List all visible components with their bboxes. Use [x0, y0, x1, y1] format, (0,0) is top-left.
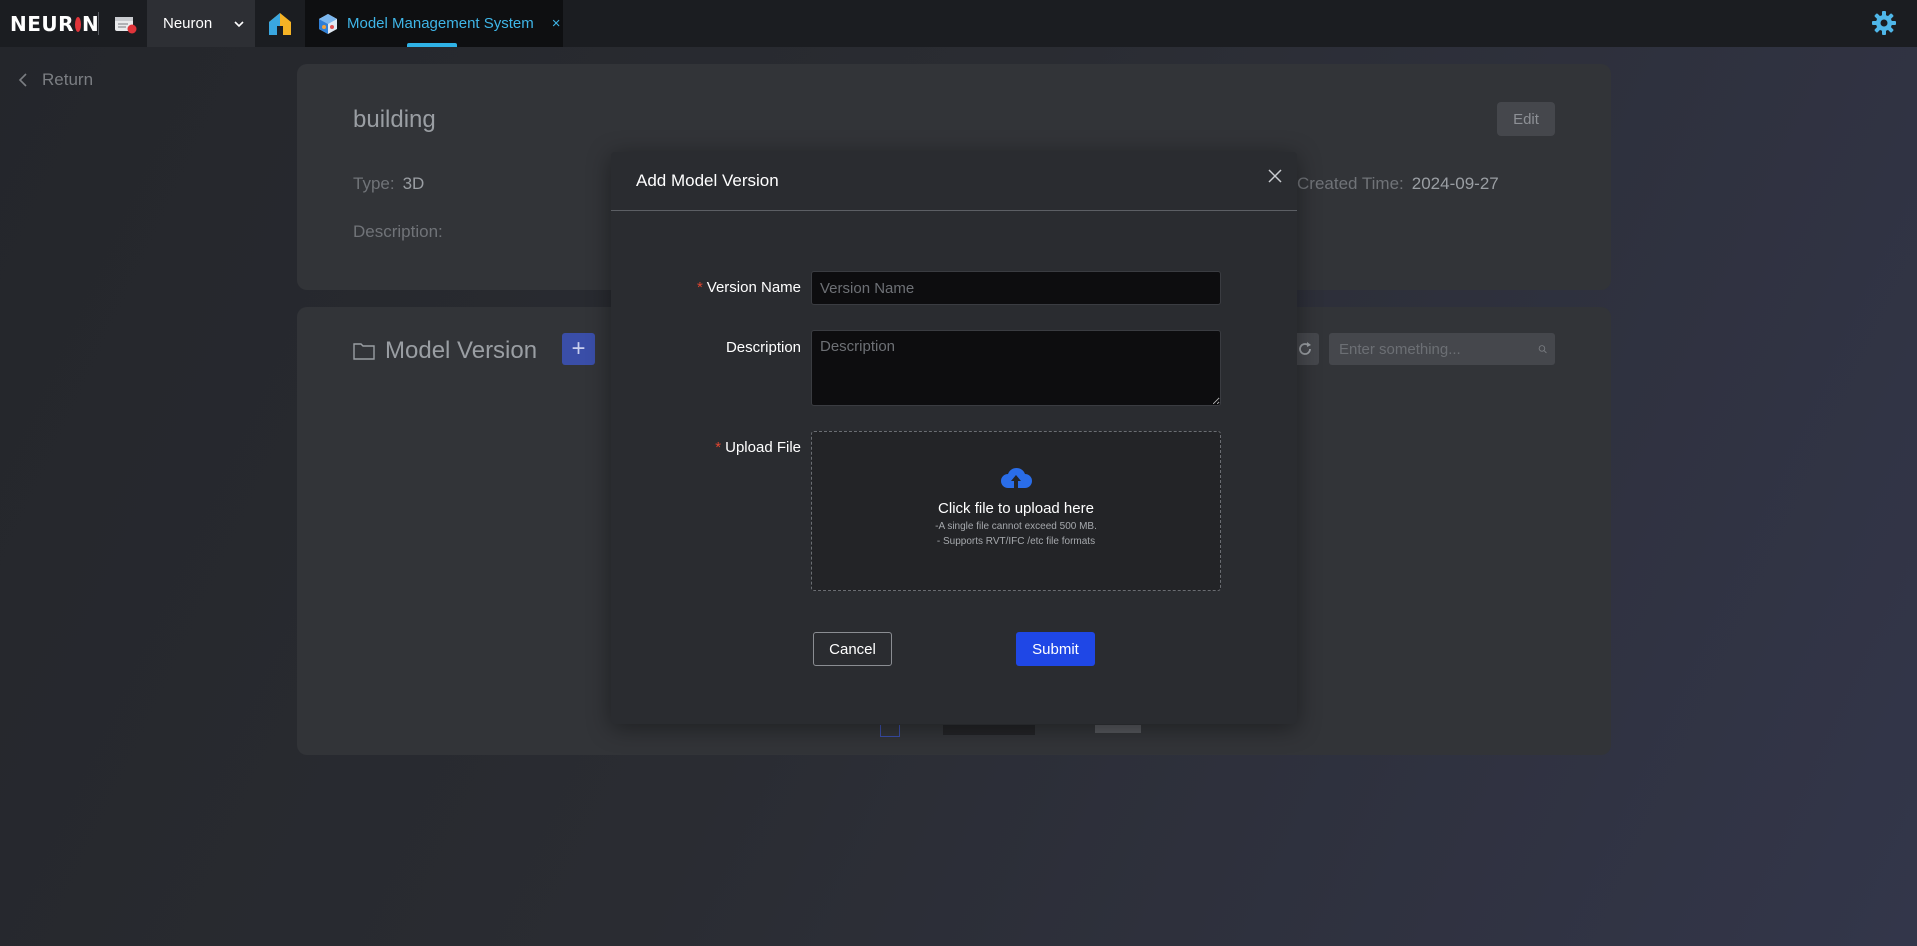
logo-text-right: N — [82, 11, 100, 36]
add-version-button[interactable]: + — [562, 333, 595, 365]
pagination-jump-input[interactable] — [1095, 725, 1141, 733]
type-row: Type: 3D — [353, 174, 424, 194]
type-value: 3D — [402, 174, 425, 193]
pagination-size-select[interactable] — [943, 725, 1035, 735]
search-input[interactable] — [1339, 340, 1538, 358]
settings-button[interactable] — [1871, 10, 1897, 41]
return-label: Return — [42, 70, 94, 89]
upload-file-label-text: Upload File — [725, 439, 801, 456]
description-label: Description: — [353, 222, 443, 241]
upload-file-label: * Upload File — [611, 439, 801, 456]
version-name-label-text: Version Name — [706, 279, 801, 296]
return-button[interactable]: Return — [18, 70, 93, 90]
tab-model-management[interactable]: Model Management System × — [305, 0, 563, 47]
logo-o-icon — [75, 17, 82, 32]
pagination-prev[interactable] — [880, 725, 900, 737]
created-time-label: Created Time: — [1297, 174, 1404, 193]
top-bar: NEUR N Neuron Model Management System × — [0, 0, 1917, 47]
required-mark: * — [715, 439, 722, 456]
description-input[interactable] — [811, 330, 1221, 406]
version-search[interactable] — [1329, 333, 1555, 365]
logo-text-left: NEUR — [10, 11, 75, 36]
workspace-label: Neuron — [163, 15, 213, 32]
file-upload-dropzone[interactable]: Click file to upload here -A single file… — [811, 431, 1221, 591]
folder-icon — [353, 343, 375, 360]
tab-label: Model Management System — [347, 15, 534, 32]
close-icon[interactable] — [1267, 168, 1283, 184]
model-version-title: Model Version — [385, 337, 538, 364]
workspace-selector[interactable]: Neuron — [147, 0, 255, 47]
close-tab-icon[interactable]: × — [552, 15, 561, 32]
description-label-text: Description — [725, 339, 801, 356]
topbar-divider — [98, 12, 99, 35]
model-version-header: Model Version — [353, 337, 537, 365]
type-label: Type: — [353, 174, 395, 193]
calendar-app-icon — [115, 16, 137, 33]
upload-size-hint: -A single file cannot exceed 500 MB. — [935, 521, 1097, 532]
upload-format-hint: - Supports RVT/IFC /etc file formats — [936, 536, 1096, 547]
chevron-down-icon — [234, 20, 244, 27]
neuron-logo: NEUR N — [0, 0, 99, 47]
dialog-title: Add Model Version — [636, 171, 779, 190]
add-model-version-dialog: Add Model Version *Version Name Descript… — [611, 152, 1297, 724]
refresh-icon — [1299, 342, 1311, 355]
calendar-app-button[interactable] — [105, 0, 147, 47]
required-mark: * — [696, 279, 703, 296]
description-field-label: Description — [611, 339, 801, 356]
cube-app-icon — [319, 13, 337, 34]
gear-icon — [1872, 11, 1896, 35]
created-time-row: Created Time: 2024-09-27 — [1297, 174, 1499, 194]
active-tab-indicator — [407, 43, 457, 47]
search-icon[interactable] — [1538, 341, 1547, 357]
cancel-button[interactable]: Cancel — [813, 632, 892, 666]
home-icon — [269, 12, 291, 35]
description-row: Description: — [353, 222, 443, 242]
edit-button[interactable]: Edit — [1497, 102, 1555, 136]
cloud-upload-icon — [1001, 467, 1032, 488]
submit-button[interactable]: Submit — [1016, 632, 1095, 666]
chevron-left-icon — [18, 73, 27, 87]
version-name-label: * Version Name — [611, 279, 801, 296]
version-name-input[interactable] — [811, 271, 1221, 305]
created-time-value: 2024-09-27 — [1411, 174, 1499, 193]
home-button[interactable] — [255, 0, 305, 47]
upload-instruction: Click file to upload here — [938, 500, 1094, 517]
dialog-header: Add Model Version — [611, 152, 1297, 211]
model-name: building — [353, 106, 436, 133]
